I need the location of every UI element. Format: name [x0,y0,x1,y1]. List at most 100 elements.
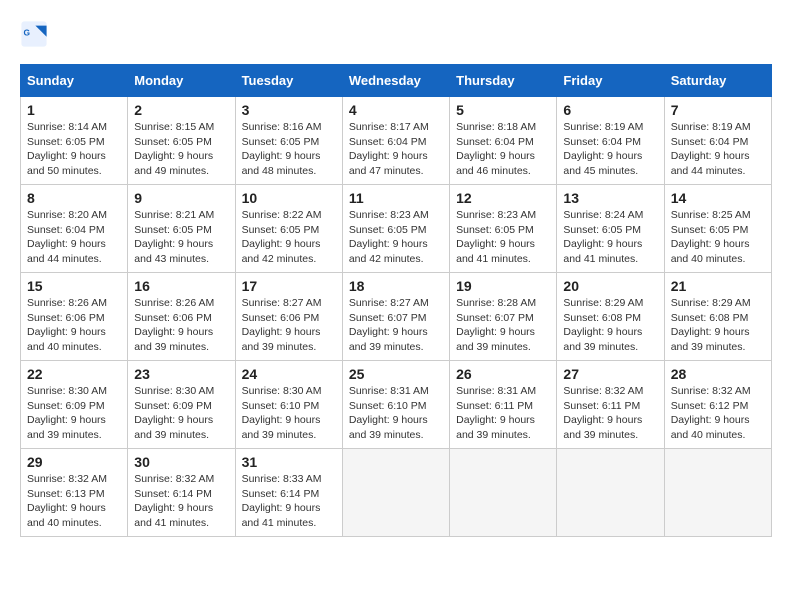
cell-text: Sunrise: 8:24 AMSunset: 6:05 PMDaylight:… [563,208,657,267]
day-number: 13 [563,190,657,206]
calendar-cell: 22 Sunrise: 8:30 AMSunset: 6:09 PMDayligh… [21,361,128,449]
day-number: 23 [134,366,228,382]
calendar-cell: 15 Sunrise: 8:26 AMSunset: 6:06 PMDayligh… [21,273,128,361]
day-number: 28 [671,366,765,382]
calendar-cell [342,449,449,537]
day-number: 30 [134,454,228,470]
calendar-cell: 26 Sunrise: 8:31 AMSunset: 6:11 PMDayligh… [450,361,557,449]
week-row-5: 29 Sunrise: 8:32 AMSunset: 6:13 PMDayligh… [21,449,772,537]
calendar-cell: 6 Sunrise: 8:19 AMSunset: 6:04 PMDaylight… [557,97,664,185]
cell-text: Sunrise: 8:32 AMSunset: 6:12 PMDaylight:… [671,384,765,443]
calendar-cell: 9 Sunrise: 8:21 AMSunset: 6:05 PMDaylight… [128,185,235,273]
week-row-2: 8 Sunrise: 8:20 AMSunset: 6:04 PMDaylight… [21,185,772,273]
calendar-cell: 25 Sunrise: 8:31 AMSunset: 6:10 PMDayligh… [342,361,449,449]
calendar-cell: 16Sunrise: 8:26 AMSunset: 6:06 PMDayligh… [128,273,235,361]
calendar-cell: 23 Sunrise: 8:30 AMSunset: 6:09 PMDayligh… [128,361,235,449]
cell-text: Sunrise: 8:30 AMSunset: 6:09 PMDaylight:… [27,384,121,443]
day-number: 3 [242,102,336,118]
cell-text: Sunrise: 8:30 AMSunset: 6:10 PMDaylight:… [242,384,336,443]
day-number: 9 [134,190,228,206]
cell-text: Sunrise: 8:15 AMSunset: 6:05 PMDaylight:… [134,120,228,179]
cell-text: Sunrise: 8:20 AMSunset: 6:04 PMDaylight:… [27,208,121,267]
calendar-cell: 1 Sunrise: 8:14 AMSunset: 6:05 PMDaylight… [21,97,128,185]
calendar-cell: 31Sunrise: 8:33 AMSunset: 6:14 PMDayligh… [235,449,342,537]
calendar-cell: 17 Sunrise: 8:27 AMSunset: 6:06 PMDayligh… [235,273,342,361]
week-row-4: 22 Sunrise: 8:30 AMSunset: 6:09 PMDayligh… [21,361,772,449]
cell-text: Sunrise: 8:27 AMSunset: 6:06 PMDaylight:… [242,296,336,355]
calendar-cell: 4 Sunrise: 8:17 AMSunset: 6:04 PMDaylight… [342,97,449,185]
day-number: 22 [27,366,121,382]
day-number: 2 [134,102,228,118]
weekday-header-monday: Monday [128,65,235,97]
day-number: 4 [349,102,443,118]
cell-text: Sunrise: 8:29 AMSunset: 6:08 PMDaylight:… [671,296,765,355]
cell-text: Sunrise: 8:32 AMSunset: 6:11 PMDaylight:… [563,384,657,443]
cell-text: Sunrise: 8:18 AMSunset: 6:04 PMDaylight:… [456,120,550,179]
cell-text: Sunrise: 8:16 AMSunset: 6:05 PMDaylight:… [242,120,336,179]
day-number: 21 [671,278,765,294]
calendar-cell: 29 Sunrise: 8:32 AMSunset: 6:13 PMDayligh… [21,449,128,537]
cell-text: Sunrise: 8:23 AMSunset: 6:05 PMDaylight:… [456,208,550,267]
day-number: 29 [27,454,121,470]
cell-text: Sunrise: 8:27 AMSunset: 6:07 PMDaylight:… [349,296,443,355]
day-number: 31 [242,454,336,470]
page-header: G [20,20,772,48]
calendar-cell: 11 Sunrise: 8:23 AMSunset: 6:05 PMDayligh… [342,185,449,273]
calendar-cell [450,449,557,537]
calendar: SundayMondayTuesdayWednesdayThursdayFrid… [20,64,772,537]
cell-text: Sunrise: 8:31 AMSunset: 6:10 PMDaylight:… [349,384,443,443]
cell-text: Sunrise: 8:26 AMSunset: 6:06 PMDaylight:… [27,296,121,355]
cell-text: Sunrise: 8:29 AMSunset: 6:08 PMDaylight:… [563,296,657,355]
day-number: 27 [563,366,657,382]
svg-text:G: G [24,27,31,37]
cell-text: Sunrise: 8:30 AMSunset: 6:09 PMDaylight:… [134,384,228,443]
cell-text: Sunrise: 8:32 AMSunset: 6:13 PMDaylight:… [27,472,121,531]
week-row-3: 15 Sunrise: 8:26 AMSunset: 6:06 PMDayligh… [21,273,772,361]
day-number: 6 [563,102,657,118]
calendar-cell: 21 Sunrise: 8:29 AMSunset: 6:08 PMDayligh… [664,273,771,361]
day-number: 25 [349,366,443,382]
cell-text: Sunrise: 8:21 AMSunset: 6:05 PMDaylight:… [134,208,228,267]
day-number: 14 [671,190,765,206]
cell-text: Sunrise: 8:31 AMSunset: 6:11 PMDaylight:… [456,384,550,443]
day-number: 15 [27,278,121,294]
weekday-header-thursday: Thursday [450,65,557,97]
calendar-cell [664,449,771,537]
week-row-1: 1 Sunrise: 8:14 AMSunset: 6:05 PMDaylight… [21,97,772,185]
calendar-cell: 2 Sunrise: 8:15 AMSunset: 6:05 PMDaylight… [128,97,235,185]
cell-text: Sunrise: 8:23 AMSunset: 6:05 PMDaylight:… [349,208,443,267]
day-number: 16 [134,278,228,294]
day-number: 12 [456,190,550,206]
calendar-cell: 14 Sunrise: 8:25 AMSunset: 6:05 PMDayligh… [664,185,771,273]
cell-text: Sunrise: 8:19 AMSunset: 6:04 PMDaylight:… [563,120,657,179]
day-number: 5 [456,102,550,118]
calendar-cell: 3 Sunrise: 8:16 AMSunset: 6:05 PMDaylight… [235,97,342,185]
logo: G [20,20,52,48]
day-number: 17 [242,278,336,294]
calendar-cell: 18Sunrise: 8:27 AMSunset: 6:07 PMDayligh… [342,273,449,361]
calendar-cell: 27 Sunrise: 8:32 AMSunset: 6:11 PMDayligh… [557,361,664,449]
weekday-header-friday: Friday [557,65,664,97]
logo-icon: G [20,20,48,48]
cell-text: Sunrise: 8:25 AMSunset: 6:05 PMDaylight:… [671,208,765,267]
day-number: 26 [456,366,550,382]
calendar-cell: 8 Sunrise: 8:20 AMSunset: 6:04 PMDaylight… [21,185,128,273]
day-number: 11 [349,190,443,206]
cell-text: Sunrise: 8:17 AMSunset: 6:04 PMDaylight:… [349,120,443,179]
weekday-header-sunday: Sunday [21,65,128,97]
weekday-header-saturday: Saturday [664,65,771,97]
day-number: 20 [563,278,657,294]
calendar-cell: 12 Sunrise: 8:23 AMSunset: 6:05 PMDayligh… [450,185,557,273]
calendar-cell: 28 Sunrise: 8:32 AMSunset: 6:12 PMDayligh… [664,361,771,449]
calendar-cell: 5 Sunrise: 8:18 AMSunset: 6:04 PMDaylight… [450,97,557,185]
cell-text: Sunrise: 8:19 AMSunset: 6:04 PMDaylight:… [671,120,765,179]
calendar-cell: 24 Sunrise: 8:30 AMSunset: 6:10 PMDayligh… [235,361,342,449]
cell-text: Sunrise: 8:14 AMSunset: 6:05 PMDaylight:… [27,120,121,179]
day-number: 8 [27,190,121,206]
day-number: 7 [671,102,765,118]
cell-text: Sunrise: 8:22 AMSunset: 6:05 PMDaylight:… [242,208,336,267]
day-number: 1 [27,102,121,118]
day-number: 19 [456,278,550,294]
day-number: 24 [242,366,336,382]
calendar-cell: 10Sunrise: 8:22 AMSunset: 6:05 PMDayligh… [235,185,342,273]
